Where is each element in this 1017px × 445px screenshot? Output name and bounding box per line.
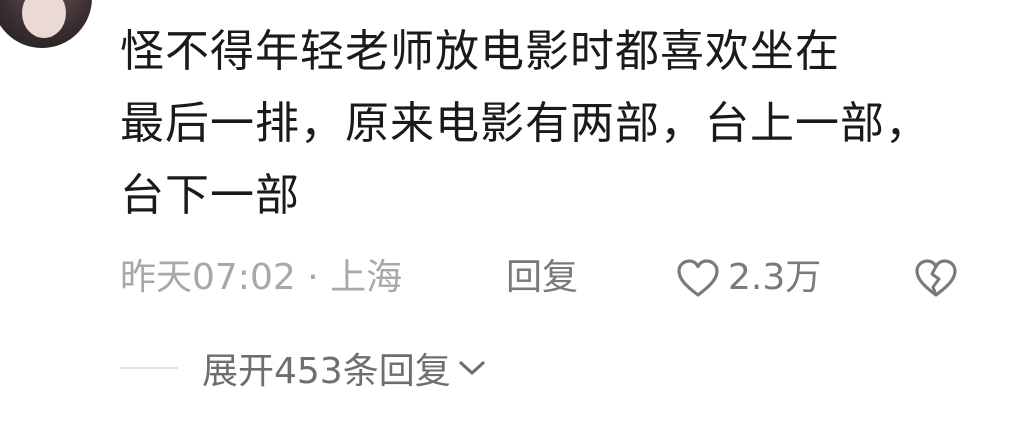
timestamp-location: 昨天07:02 · 上海 <box>120 257 403 298</box>
comment-text: 怪不得年轻老师放电影时都喜欢坐在 最后一排，原来电影有两部，台上一部， 台下一部 <box>120 16 1000 232</box>
expand-replies-label: 展开453条回复 <box>202 351 451 392</box>
like-count: 2.3万 <box>728 257 822 298</box>
like-button[interactable]: 2.3万 <box>676 250 821 306</box>
comment-line-1: 怪不得年轻老师放电影时都喜欢坐在 <box>120 26 840 77</box>
avatar[interactable] <box>0 0 92 48</box>
reply-button[interactable]: 回复 <box>506 250 578 306</box>
broken-heart-icon[interactable] <box>914 258 958 298</box>
comment-meta: 昨天07:02 · 上海 回复 2.3万 <box>120 250 980 306</box>
comment-line-2: 最后一排，原来电影有两部，台上一部， <box>120 98 930 149</box>
heart-outline-icon <box>677 259 719 297</box>
comment-line-3: 台下一部 <box>120 170 300 221</box>
expand-replies-button[interactable]: 展开453条回复 <box>202 342 487 394</box>
replies-row: 展开453条回复 <box>120 338 487 398</box>
avatar-face <box>22 0 66 38</box>
replies-divider <box>120 367 178 369</box>
chevron-down-icon <box>459 361 485 375</box>
